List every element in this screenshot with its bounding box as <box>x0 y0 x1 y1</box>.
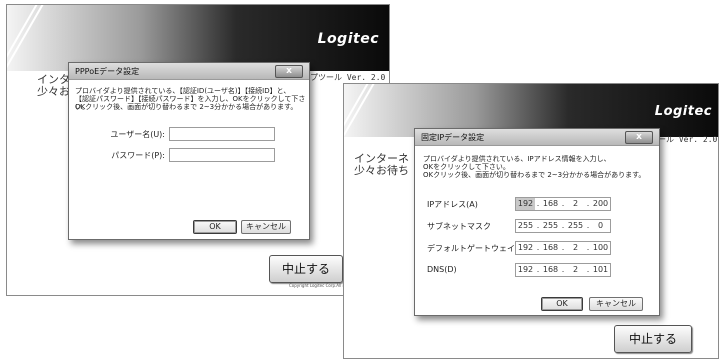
dialog-titlebar: PPPoEデータ設定 x <box>69 63 309 80</box>
ip-address-input[interactable]: 192. 168. 2. 200 <box>515 197 611 211</box>
description-line3: OKクリック後、画面が切り替わるまで 2~3分かかる場合があります。 <box>423 171 646 179</box>
octet[interactable]: 2 <box>566 198 585 210</box>
close-icon[interactable]: x <box>625 131 653 144</box>
ok-button[interactable]: OK <box>541 297 583 311</box>
octet[interactable]: 168 <box>541 198 560 210</box>
version-label: ップツール Ver. 2.0 <box>302 73 386 82</box>
subnet-mask-input[interactable]: 255. 255. 255. 0 <box>515 219 611 233</box>
octet[interactable]: 101 <box>591 264 610 276</box>
octet[interactable]: 192 <box>516 198 535 210</box>
username-label: ユーザー名(U): <box>110 130 165 139</box>
dialog-titlebar: 固定IPデータ設定 x <box>415 129 659 146</box>
octet[interactable]: 255 <box>566 220 585 232</box>
pppoe-settings-dialog: PPPoEデータ設定 x プロバイダより提供されている、【認証ID(ユーザ名)】… <box>68 62 310 240</box>
stop-button[interactable]: 中止する <box>614 325 692 353</box>
static-ip-settings-dialog: 固定IPデータ設定 x プロバイダより提供されている、IPアドレス情報を入力し、… <box>414 128 660 316</box>
octet[interactable]: 192 <box>516 264 535 276</box>
ip-address-label: IPアドレス(A) <box>427 200 478 209</box>
description-line1: プロバイダより提供されている、【認証ID(ユーザ名)】【接続ID】と、 <box>75 87 291 95</box>
octet[interactable]: 255 <box>516 220 535 232</box>
dialog-title: PPPoEデータ設定 <box>75 67 140 76</box>
copyright-text: Copyright Logitec Corp.All r <box>289 283 345 288</box>
default-gateway-input[interactable]: 192. 168. 2. 100 <box>515 241 611 255</box>
logitec-logo: Logitec <box>317 31 379 47</box>
password-input[interactable] <box>169 148 275 162</box>
description-line3: OKクリック後、画面が切り替わるまで 2~3分かかる場合があります。 <box>75 103 298 111</box>
cancel-button[interactable]: キャンセル <box>241 220 291 234</box>
username-input[interactable] <box>169 127 275 141</box>
ok-button[interactable]: OK <box>193 220 237 234</box>
default-gateway-label: デフォルトゲートウェイ <box>427 244 515 253</box>
status-text-line2: 少々お待ち <box>354 164 409 177</box>
octet[interactable]: 255 <box>541 220 560 232</box>
password-label: パスワード(P): <box>111 151 165 160</box>
octet[interactable]: 2 <box>566 264 585 276</box>
subnet-mask-label: サブネットマスク <box>427 222 491 231</box>
description-line2: OKをクリックして下さい。 <box>423 163 510 171</box>
logitec-logo: Logitec <box>654 104 712 119</box>
cancel-button[interactable]: キャンセル <box>589 297 643 311</box>
dns-input[interactable]: 192. 168. 2. 101 <box>515 263 611 277</box>
dialog-title: 固定IPデータ設定 <box>421 133 485 142</box>
octet[interactable]: 192 <box>516 242 535 254</box>
dns-label: DNS(D) <box>427 265 457 274</box>
octet[interactable]: 168 <box>541 242 560 254</box>
stop-button[interactable]: 中止する <box>269 255 343 283</box>
description-line1: プロバイダより提供されている、IPアドレス情報を入力し、 <box>423 155 611 163</box>
octet[interactable]: 168 <box>541 264 560 276</box>
octet[interactable]: 0 <box>591 220 610 232</box>
close-icon[interactable]: x <box>275 65 303 78</box>
octet[interactable]: 200 <box>591 198 610 210</box>
octet[interactable]: 2 <box>566 242 585 254</box>
octet[interactable]: 100 <box>591 242 610 254</box>
